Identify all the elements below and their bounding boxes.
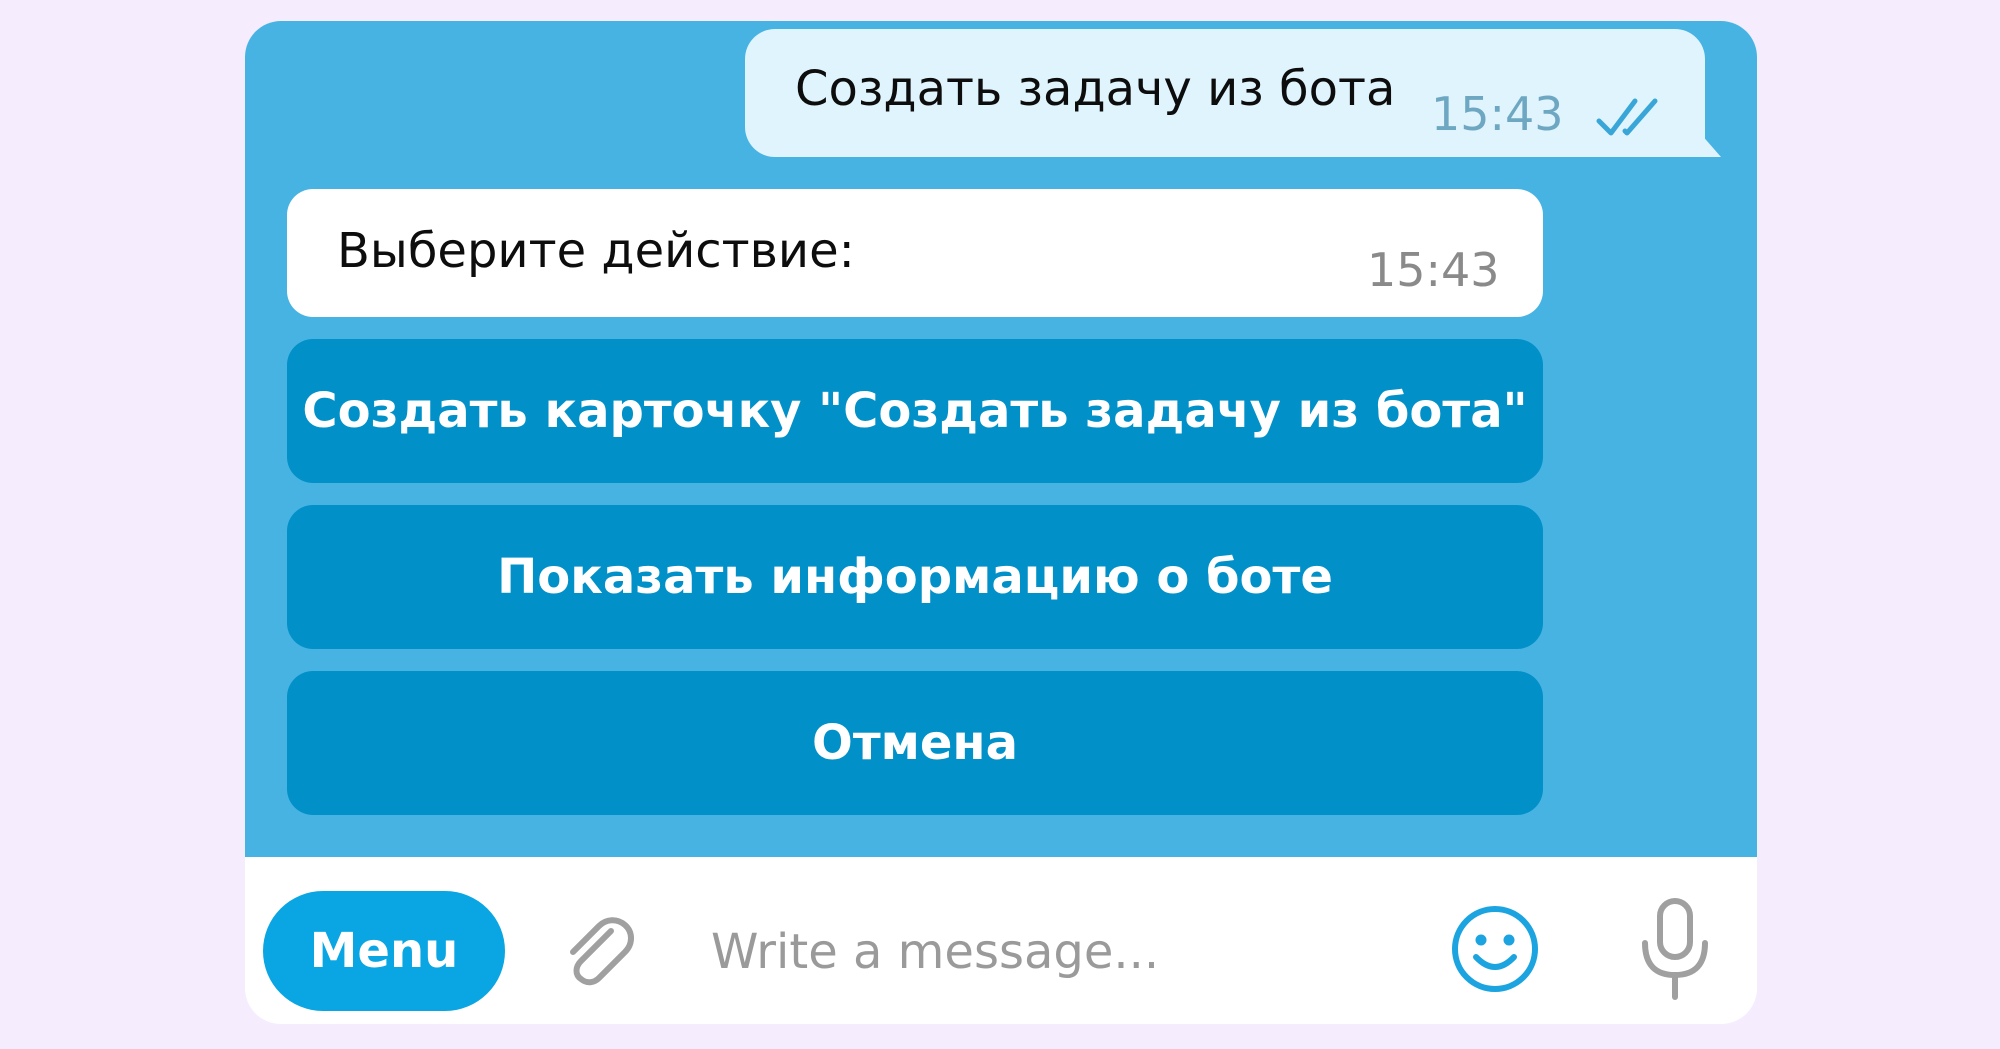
double-check-icon xyxy=(1596,98,1658,136)
chat-message-area: Создать задачу из бота 15:43 Выберите де… xyxy=(245,21,1757,857)
outgoing-message-text: Создать задачу из бота xyxy=(795,61,1396,117)
cancel-button[interactable]: Отмена xyxy=(287,671,1543,815)
message-input[interactable] xyxy=(711,907,1411,997)
show-bot-info-button[interactable]: Показать информацию о боте xyxy=(287,505,1543,649)
message-input-bar: Menu xyxy=(245,857,1757,1024)
paperclip-icon[interactable] xyxy=(553,907,643,997)
create-card-button[interactable]: Создать карточку "Создать задачу из бота… xyxy=(287,339,1543,483)
incoming-message-time: 15:43 xyxy=(1367,243,1500,297)
outgoing-message-time: 15:43 xyxy=(1431,87,1564,141)
outgoing-bubble-tail xyxy=(1693,125,1721,157)
incoming-message-text: Выберите действие: xyxy=(337,223,855,279)
outgoing-message-bubble[interactable]: Создать задачу из бота 15:43 xyxy=(745,29,1705,157)
incoming-message-bubble[interactable]: Выберите действие: 15:43 xyxy=(287,189,1543,317)
chat-window: Создать задачу из бота 15:43 Выберите де… xyxy=(245,21,1757,1024)
microphone-icon[interactable] xyxy=(1635,895,1715,1005)
menu-button[interactable]: Menu xyxy=(263,891,505,1011)
smiley-icon[interactable] xyxy=(1449,903,1541,995)
